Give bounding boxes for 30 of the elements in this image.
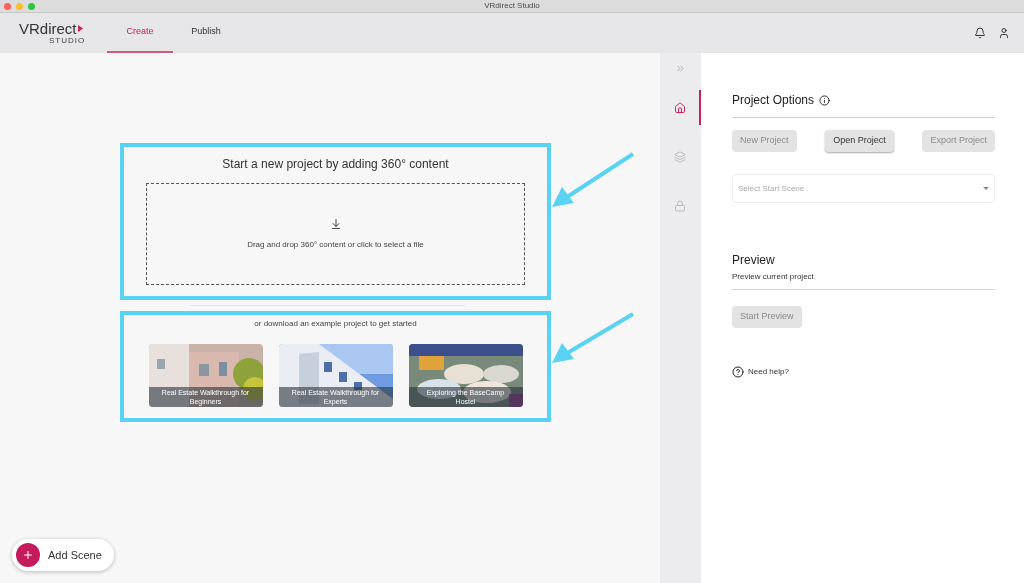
section-title: Project Options [732, 92, 815, 109]
layers-icon[interactable] [673, 150, 686, 163]
examples-caption: or download an example project to get started [254, 318, 417, 330]
logo-subtitle: STUDIO [49, 36, 87, 45]
section-title: Preview [732, 252, 776, 269]
zoom-window-icon[interactable] [28, 2, 35, 10]
nav-tab[interactable]: Publish [173, 13, 239, 53]
help-link[interactable]: Need help? [748, 365, 789, 378]
info-icon[interactable] [819, 94, 831, 106]
action-button[interactable]: Open Project [825, 130, 894, 152]
minimize-window-icon[interactable] [16, 2, 23, 10]
user-icon[interactable] [998, 27, 1010, 39]
drop-hint: Drag and drop 360° content or click to select a file [246, 240, 425, 250]
window-title: VRdirect Studio [484, 0, 540, 12]
home-icon[interactable] [673, 101, 686, 114]
logo-text: VRdirect [19, 21, 77, 36]
close-window-icon[interactable] [4, 2, 11, 10]
play-icon [77, 25, 83, 32]
drop-zone[interactable]: Drag and drop 360° content or click to select a file [146, 183, 525, 285]
padlock-icon[interactable] [673, 199, 686, 212]
download-icon [329, 218, 342, 230]
help-icon[interactable] [732, 365, 744, 378]
add-scene-button[interactable]: Add Scene [12, 539, 114, 571]
dropdown-caret-icon [983, 187, 989, 190]
section-subtitle: Preview current project [732, 271, 815, 283]
upload-title: Start a new project by adding 360° content [222, 156, 449, 173]
bell-icon[interactable] [974, 27, 986, 39]
nav-tab[interactable]: Create [107, 13, 173, 53]
expand-icon[interactable] [675, 63, 686, 74]
plus-icon [16, 543, 40, 567]
